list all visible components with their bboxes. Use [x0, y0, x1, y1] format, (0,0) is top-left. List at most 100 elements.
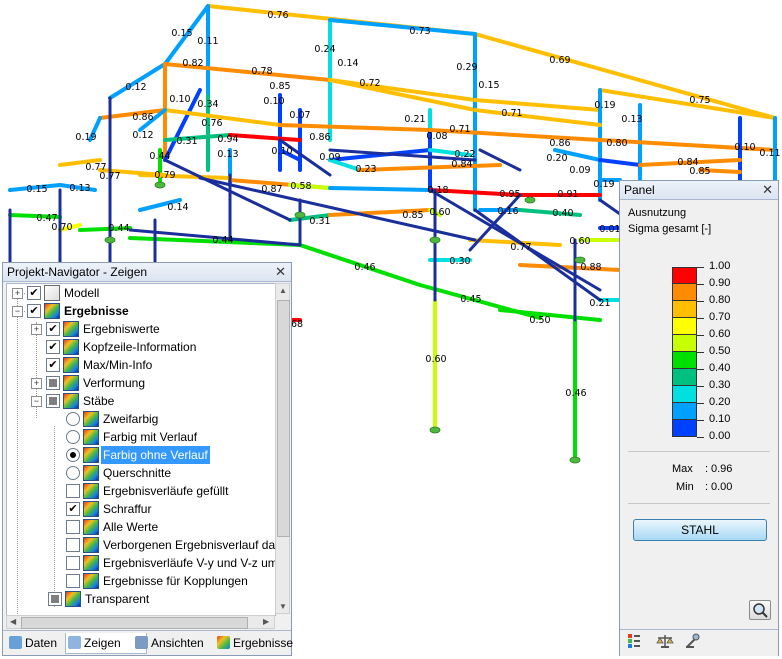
- tree-item-staebe[interactable]: − Stäbe: [7, 392, 275, 410]
- tree-item-ergebniswerte[interactable]: + ✔ Ergebniswerte: [7, 320, 275, 338]
- colorscale-tab-icon[interactable]: [626, 633, 646, 653]
- member-utilization-label: 0.13: [69, 183, 90, 194]
- member-utilization-label: 0.15: [478, 80, 499, 91]
- member-utilization-label: 0.08: [426, 131, 447, 142]
- member-utilization-label: 0.85: [689, 166, 710, 177]
- tree-item-label: Alle Werte: [103, 520, 159, 534]
- results-icon: [83, 411, 99, 427]
- member: [358, 163, 502, 172]
- tree-item-label: Farbig mit Verlauf: [103, 430, 198, 444]
- scroll-left-icon[interactable]: ◀: [10, 617, 16, 626]
- color-scale-band: [672, 318, 697, 335]
- tree-item-kopfzeile[interactable]: ✔ Kopfzeile-Information: [7, 338, 275, 356]
- max-colon: :: [705, 463, 709, 475]
- close-icon[interactable]: ✕: [762, 181, 773, 199]
- tree-item-ergebnisse[interactable]: − ✔ Ergebnisse: [7, 302, 275, 320]
- radio-button[interactable]: [66, 430, 80, 444]
- checkbox[interactable]: ✔: [66, 502, 80, 516]
- color-scale-value: 0.80: [709, 294, 731, 306]
- color-scale-band: [672, 420, 697, 437]
- member-utilization-label: 0.70: [51, 222, 72, 233]
- checkbox[interactable]: [46, 394, 60, 408]
- results-icon: [63, 375, 79, 391]
- checkbox[interactable]: [66, 574, 80, 588]
- collapse-icon[interactable]: −: [31, 396, 42, 407]
- member-utilization-label: 0.91: [557, 189, 578, 200]
- member-utilization-label: 0.12: [125, 82, 146, 93]
- tree-item-zweifarbig[interactable]: Zweifarbig: [7, 410, 275, 428]
- support-node: [154, 181, 166, 189]
- member-utilization-label: 0.86: [132, 112, 153, 123]
- member-utilization-label: 0.40: [552, 208, 573, 219]
- checkbox[interactable]: [66, 556, 80, 570]
- support-node: [569, 456, 581, 464]
- collapse-icon[interactable]: −: [12, 306, 23, 317]
- tree-item-farbig-ohne-verlauf[interactable]: Farbig ohne Verlauf: [7, 446, 275, 464]
- data-icon: [9, 636, 22, 649]
- results-icon: [83, 573, 99, 589]
- member-utilization-label: 0.76: [267, 10, 288, 21]
- checkbox[interactable]: ✔: [46, 322, 60, 336]
- tree-item-schraffur[interactable]: ✔ Schraffur: [7, 500, 275, 518]
- zoom-button[interactable]: [749, 600, 771, 620]
- member: [328, 18, 477, 36]
- tree-item-transparent[interactable]: Transparent: [7, 590, 275, 608]
- scroll-right-icon[interactable]: ▶: [263, 617, 269, 626]
- checkbox[interactable]: [48, 592, 62, 606]
- filter-icon[interactable]: [684, 633, 704, 653]
- vertical-scrollbar[interactable]: ▲ ▼: [275, 283, 290, 614]
- member-utilization-label: 0.60: [569, 236, 590, 247]
- tree-item-modell[interactable]: + ✔ Modell: [7, 284, 275, 302]
- support-node: [429, 426, 441, 434]
- tab-ergebnisse[interactable]: Ergebnisse: [215, 633, 307, 653]
- member-utilization-label: 0.15: [171, 28, 192, 39]
- navigator-tabs: Daten Zeigen Ansichten Ergebnisse: [3, 630, 293, 655]
- radio-button-selected[interactable]: [66, 448, 80, 462]
- member-utilization-label: 0.31: [176, 136, 197, 147]
- radio-button[interactable]: [66, 412, 80, 426]
- tree-item-maxmin[interactable]: ✔ Max/Min-Info: [7, 356, 275, 374]
- member-utilization-label: 0.50: [529, 315, 550, 326]
- tree-item-querschnitte[interactable]: Querschnitte: [7, 464, 275, 482]
- project-navigator: Projekt-Navigator - Zeigen ✕ + ✔ Modell …: [2, 262, 293, 656]
- tree-item-vy-vz[interactable]: Ergebnisverläufe V-y und V-z um: [7, 554, 275, 572]
- support-node: [104, 236, 116, 244]
- scroll-up-icon[interactable]: ▲: [279, 286, 287, 295]
- results-panel: Panel ✕ Ausnutzung Sigma gesamt [-] 1.00…: [619, 180, 779, 656]
- horizontal-scrollbar[interactable]: ◀ ▶: [6, 615, 275, 629]
- stahl-button[interactable]: STAHL: [633, 519, 767, 541]
- member-utilization-label: 0.75: [689, 95, 710, 106]
- close-icon[interactable]: ✕: [275, 263, 286, 281]
- radio-button[interactable]: [66, 466, 80, 480]
- tree-item-kopplungen[interactable]: Ergebnisse für Kopplungen: [7, 572, 275, 590]
- tree-item-farbig-mit-verlauf[interactable]: Farbig mit Verlauf: [7, 428, 275, 446]
- tree-item-label: Modell: [64, 286, 100, 300]
- checkbox[interactable]: [66, 538, 80, 552]
- checkbox[interactable]: [66, 520, 80, 534]
- checkbox[interactable]: [46, 376, 60, 390]
- checkbox[interactable]: ✔: [46, 358, 60, 372]
- scroll-thumb[interactable]: [277, 300, 290, 537]
- tree-item-ergebnisverlaeufe-gefuellt[interactable]: Ergebnisverläufe gefüllt: [7, 482, 275, 500]
- expand-icon[interactable]: +: [12, 288, 23, 299]
- expand-icon[interactable]: +: [31, 378, 42, 389]
- member-utilization-label: 0.11: [197, 36, 218, 47]
- expand-icon[interactable]: +: [31, 324, 42, 335]
- tree-item-alle-werte[interactable]: Alle Werte: [7, 518, 275, 536]
- balance-icon[interactable]: [656, 633, 676, 653]
- checkbox[interactable]: ✔: [27, 304, 41, 318]
- member-utilization-label: 0.46: [354, 262, 375, 273]
- member-utilization-label: 0.12: [132, 130, 153, 141]
- scroll-down-icon[interactable]: ▼: [279, 602, 287, 611]
- scroll-thumb[interactable]: [21, 617, 248, 629]
- member-utilization-label: 0.86: [309, 132, 330, 143]
- member-utilization-label: 0.72: [359, 78, 380, 89]
- member-utilization-label: 0.58: [290, 181, 311, 192]
- tree-item-label: Schraffur: [103, 502, 152, 516]
- checkbox[interactable]: ✔: [46, 340, 60, 354]
- tree-item-verborgenen[interactable]: Verborgenen Ergebnisverlauf dar: [7, 536, 275, 554]
- checkbox[interactable]: ✔: [27, 286, 41, 300]
- tree-item-verformung[interactable]: + Verformung: [7, 374, 275, 392]
- checkbox[interactable]: [66, 484, 80, 498]
- tab-ansichten[interactable]: Ansichten: [133, 633, 227, 653]
